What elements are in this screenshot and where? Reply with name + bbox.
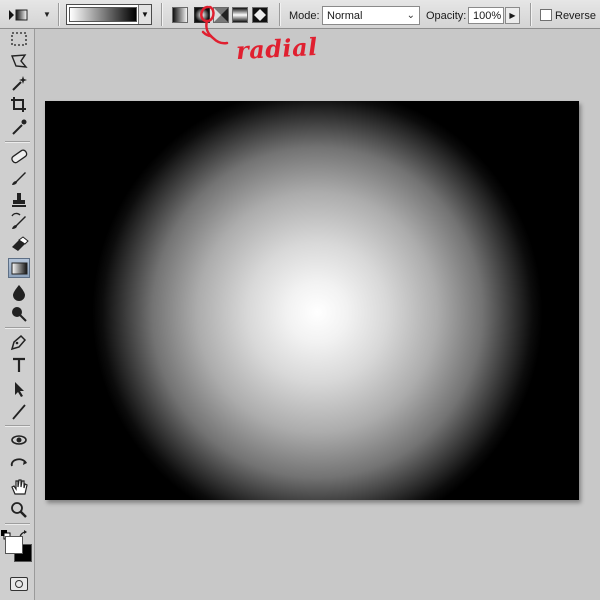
hand-icon	[11, 479, 28, 495]
diamond-gradient-button[interactable]	[252, 7, 268, 23]
annotation-label: radial	[235, 31, 319, 66]
3d-orbit-tool[interactable]	[8, 454, 30, 474]
type-icon	[13, 357, 25, 372]
opacity-slider-button[interactable]: ▶	[505, 7, 520, 24]
opacity-label: Opacity:	[426, 10, 467, 22]
reverse-checkbox[interactable]	[540, 9, 552, 21]
brush-icon	[12, 172, 26, 185]
rectangular-marquee-tool[interactable]	[8, 29, 30, 49]
line-icon	[12, 404, 26, 420]
toolbox-divider	[5, 327, 30, 328]
mode-label: Mode:	[289, 10, 320, 22]
annotation-circle-icon	[200, 5, 229, 45]
magic-wand-icon	[12, 76, 27, 91]
toolbox	[0, 29, 35, 600]
tool-preset-picker[interactable]: ▼	[6, 5, 54, 25]
3d-orbit-icon	[10, 458, 27, 467]
toolbox-divider	[5, 141, 30, 142]
healing-brush-tool[interactable]	[8, 146, 30, 166]
path-selection-tool[interactable]	[8, 379, 30, 399]
path-selection-icon	[15, 382, 24, 397]
diamond-gradient-icon	[253, 8, 267, 22]
hand-tool[interactable]	[8, 477, 30, 497]
history-brush-icon	[11, 212, 26, 229]
crop-icon	[11, 97, 26, 112]
linear-gradient-button[interactable]	[172, 7, 188, 23]
chevron-down-icon: ⌄	[406, 10, 415, 21]
toolbox-divider	[5, 425, 30, 426]
lasso-tool[interactable]	[8, 51, 30, 71]
mode-select[interactable]: Normal ⌄	[322, 6, 420, 25]
gradient-tool[interactable]	[8, 258, 30, 278]
reverse-label: Reverse	[555, 10, 596, 22]
foreground-color-swatch[interactable]	[5, 536, 23, 554]
gradient-tool-icon	[11, 262, 28, 275]
opacity-input[interactable]: 100%	[468, 7, 504, 24]
healing-brush-icon	[11, 149, 28, 164]
eraser-tool[interactable]	[8, 234, 30, 254]
clone-stamp-icon	[12, 193, 26, 207]
blur-icon	[13, 285, 25, 301]
divider	[161, 3, 162, 26]
chevron-down-icon[interactable]: ▼	[138, 5, 151, 24]
chevron-down-icon: ▼	[43, 10, 51, 19]
clone-stamp-tool[interactable]	[8, 190, 30, 210]
3d-rotate-tool[interactable]	[8, 430, 30, 450]
zoom-icon	[11, 502, 27, 518]
rectangular-marquee-icon	[11, 32, 27, 46]
lasso-icon	[10, 54, 28, 68]
eyedropper-tool[interactable]	[8, 117, 30, 137]
3d-rotate-icon	[11, 435, 27, 445]
document-canvas[interactable]	[45, 101, 579, 500]
eraser-icon	[12, 236, 29, 251]
zoom-tool[interactable]	[8, 500, 30, 520]
divider	[530, 3, 531, 26]
line-tool[interactable]	[8, 402, 30, 422]
type-tool[interactable]	[8, 355, 30, 375]
pen-tool[interactable]	[8, 332, 30, 352]
color-swatches	[3, 523, 35, 567]
opacity-value: 100%	[473, 10, 502, 22]
eyedropper-icon	[12, 119, 27, 135]
divider	[58, 3, 59, 26]
gradient-preview[interactable]	[69, 7, 137, 22]
reflected-gradient-button[interactable]	[232, 7, 248, 23]
dodge-tool[interactable]	[8, 304, 30, 324]
mode-value: Normal	[327, 10, 363, 22]
crop-tool[interactable]	[8, 95, 30, 115]
linear-gradient-icon	[173, 8, 187, 22]
history-brush-tool[interactable]	[8, 212, 30, 232]
quick-mask-icon	[15, 580, 23, 588]
blur-tool[interactable]	[8, 282, 30, 302]
divider	[279, 3, 280, 26]
reflected-gradient-icon	[233, 8, 247, 22]
gradient-tool-icon	[9, 9, 28, 21]
magic-wand-tool[interactable]	[8, 73, 30, 93]
quick-mask-button[interactable]	[10, 577, 28, 591]
options-bar: ▼ ▼ Mode: Normal ⌄ Opacity: 100% ▶ Rever…	[0, 0, 600, 29]
gradient-picker[interactable]: ▼	[66, 4, 152, 25]
brush-tool[interactable]	[8, 168, 30, 188]
dodge-icon	[12, 307, 27, 322]
pen-icon	[10, 334, 27, 351]
